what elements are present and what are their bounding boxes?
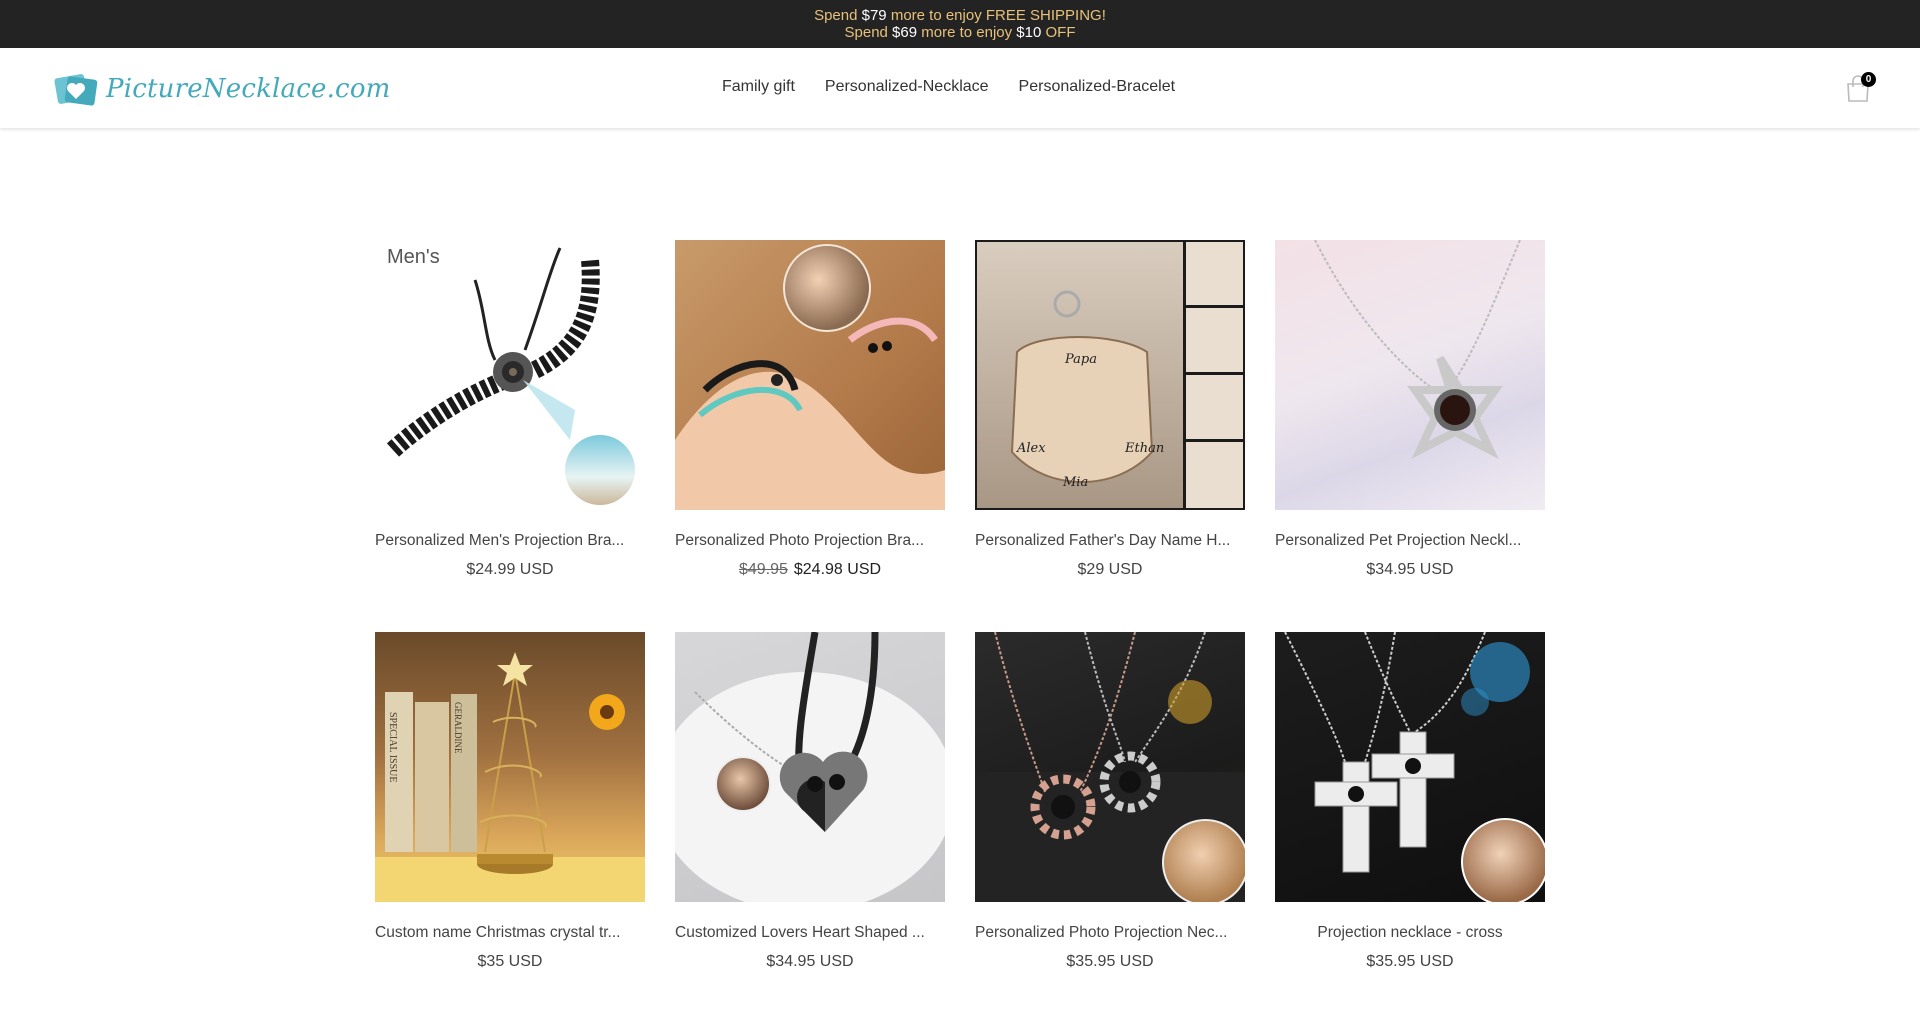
keychain-name-right: Ethan [1124,441,1164,456]
sale-price: $24.98 USD [793,561,882,578]
product-title[interactable]: Personalized Father's Day Name H... [975,532,1245,550]
product-title[interactable]: Customized Lovers Heart Shaped ... [675,924,945,942]
product-title[interactable]: Personalized Photo Projection Nec... [975,924,1245,942]
thumbnail-1 [1186,242,1243,305]
product-title[interactable]: Personalized Photo Projection Bra... [675,532,945,550]
book-spine-text-2: GERALDINE [453,702,463,754]
product-price: $35.95 USD [1066,953,1154,970]
product-title[interactable]: Projection necklace - cross [1275,924,1545,942]
heart-necklace-image [675,632,945,902]
product-image[interactable]: Papa Alex Mia Ethan [975,240,1245,510]
product-card[interactable]: Personalized Pet Projection Neckl... $34… [1275,240,1545,632]
main-nav: Family gift Personalized-Necklace Person… [722,78,1175,96]
photo-circle [715,756,771,812]
keychain-name-bottom: Mia [1062,475,1088,490]
thumbnail-4 [1186,442,1243,508]
logo-icon [54,74,98,106]
product-card[interactable]: Personalized Photo Projection Nec... $35… [975,632,1245,1024]
product-price: $29 USD [1077,561,1143,578]
photo-circle [1162,819,1245,902]
product-title[interactable]: Personalized Men's Projection Bra... [375,532,645,550]
product-card[interactable]: Personalized Photo Projection Bra... $49… [675,240,945,632]
cart-count-badge: 0 [1861,72,1876,87]
product-image[interactable] [975,632,1245,902]
product-grid: Men's Personalized Men's Projection Bra.… [375,240,1545,1024]
keychain-name: Papa [1064,352,1097,367]
product-image[interactable]: Men's [375,240,645,510]
nav-family-gift[interactable]: Family gift [722,78,795,96]
product-price: $35.95 USD [1366,953,1454,970]
shipping-message: Spend $79 more to enjoy FREE SHIPPING! [814,7,1106,24]
product-card[interactable]: Projection necklace - cross $35.95 USD [1275,632,1545,1024]
main-photo: Papa Alex Mia Ethan [977,242,1183,508]
nav-personalized-necklace[interactable]: Personalized-Necklace [825,78,989,96]
product-title[interactable]: Personalized Pet Projection Neckl... [1275,532,1545,550]
product-card[interactable]: SPECIAL ISSUE GERALDINE Custom name Chri… [375,632,645,1024]
discount-message: Spend $69 more to enjoy $10 OFF [844,24,1076,41]
product-image[interactable] [1275,632,1545,902]
nav-personalized-bracelet[interactable]: Personalized-Bracelet [1019,78,1176,96]
necklace-image [1314,240,1521,459]
product-price: $35 USD [477,953,543,970]
product-price: $34.95 USD [1366,561,1454,578]
thumbnail-2 [1186,308,1243,372]
product-image[interactable] [675,240,945,510]
product-image[interactable] [1275,240,1545,510]
photo-circle [783,244,871,332]
christmas-tree-image: SPECIAL ISSUE GERALDINE [375,652,645,902]
site-logo[interactable]: PictureNecklace.com [52,70,391,108]
keychain-image: Papa Alex Mia Ethan [1010,290,1164,490]
product-price: $34.95 USD [766,953,854,970]
photo-circle [565,435,635,505]
product-card[interactable]: Customized Lovers Heart Shaped ... $34.9… [675,632,945,1024]
site-header: PictureNecklace.com Family gift Personal… [0,48,1920,128]
product-image[interactable]: SPECIAL ISSUE GERALDINE [375,632,645,902]
product-price: $24.99 USD [466,561,554,578]
product-card[interactable]: Papa Alex Mia Ethan Personalized Father'… [975,240,1245,632]
product-price: $49.95 $24.98 USD [675,561,945,579]
logo-text: PictureNecklace.com [106,74,391,104]
product-card[interactable]: Men's Personalized Men's Projection Bra.… [375,240,645,632]
original-price: $49.95 [738,561,788,578]
keychain-name-left: Alex [1016,441,1046,456]
announcement-bar: Spend $79 more to enjoy FREE SHIPPING! S… [0,0,1920,48]
product-image[interactable] [675,632,945,902]
thumbnail-3 [1186,375,1243,439]
book-spine-text-1: SPECIAL ISSUE [387,712,398,782]
photo-circle [1461,818,1545,902]
product-title[interactable]: Custom name Christmas crystal tr... [375,924,645,942]
